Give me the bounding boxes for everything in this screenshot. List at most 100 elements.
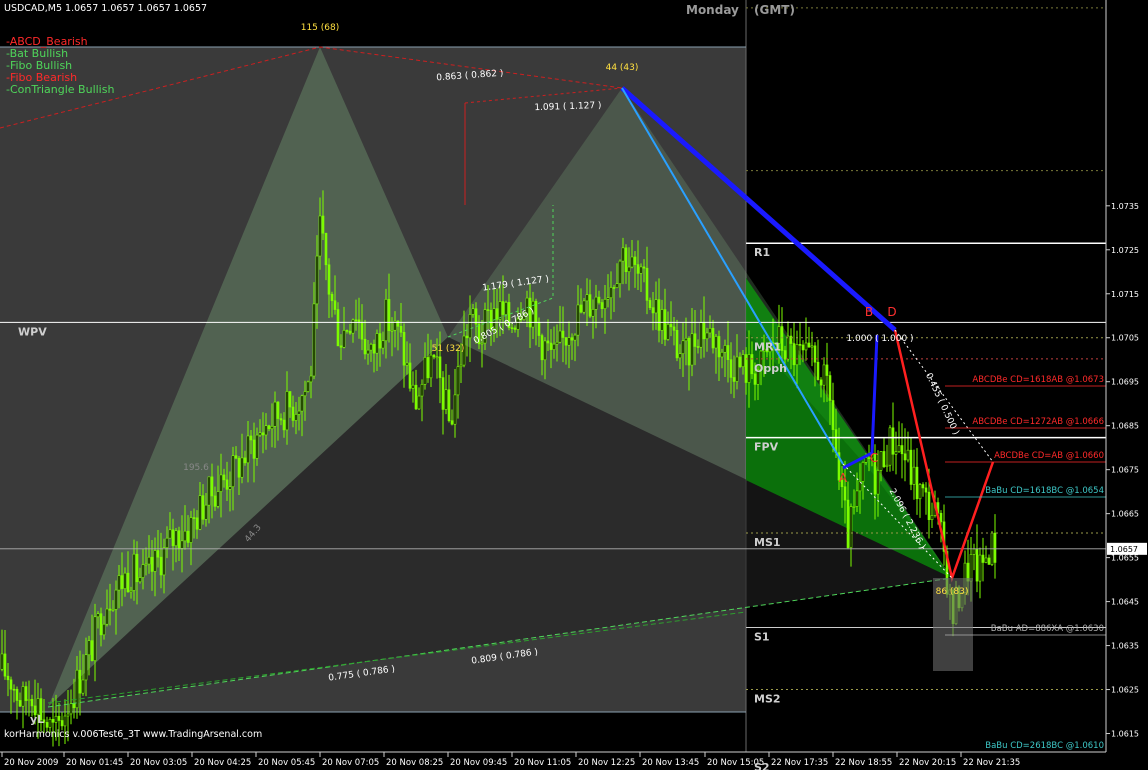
candle-body — [360, 322, 364, 340]
candle-body — [48, 718, 52, 728]
candle-body — [630, 256, 634, 268]
pattern-label-16: B — [865, 305, 873, 319]
candle-body — [210, 476, 214, 497]
candle-body — [804, 342, 808, 351]
candle-body — [375, 333, 379, 354]
candle-body — [894, 451, 898, 455]
candle-body — [888, 427, 892, 466]
pattern-label-12: 1.000 ( 1.000 ) — [846, 334, 913, 344]
candle-body — [453, 394, 457, 425]
candle-body — [102, 623, 106, 636]
candle-body — [501, 301, 505, 315]
pivot-label-s1: S1 — [754, 631, 770, 644]
candle-body — [987, 557, 991, 565]
candle-body — [420, 384, 424, 397]
candle-body — [561, 330, 565, 338]
candle-body — [471, 308, 475, 315]
candle-body — [678, 353, 682, 359]
candle-body — [81, 679, 85, 694]
candle-body — [174, 530, 178, 547]
chart-canvas[interactable]: 1.0735 1.0725 1.0715 1.0705 1.0695 1.0685 1.06… — [0, 0, 1148, 770]
candle-body — [378, 333, 382, 349]
candle-body — [417, 395, 421, 410]
candle-body — [372, 344, 376, 354]
candle-body — [96, 613, 100, 618]
candle-body — [690, 333, 694, 366]
candle-body — [555, 341, 559, 345]
candle-body — [150, 556, 154, 572]
candle-body — [264, 425, 268, 436]
candle-body — [219, 474, 223, 492]
candle-body — [675, 329, 679, 359]
x-tick-label-13: 22 Nov 18:55 — [835, 758, 892, 768]
candle-body — [258, 432, 262, 436]
candle-body — [513, 327, 517, 330]
candle-body — [369, 344, 373, 351]
candle-body — [651, 307, 655, 314]
y-tick-label-10: 1.0635 — [1111, 642, 1139, 651]
candle-body — [426, 357, 430, 379]
candle-body — [78, 669, 82, 694]
target-label-5: BaBu CD=2618BC @1.0610 — [985, 741, 1104, 751]
candle-body — [921, 484, 925, 489]
candle-body — [261, 432, 265, 436]
candle-body — [390, 329, 394, 332]
candle-body — [642, 266, 646, 269]
candle-body — [318, 215, 322, 257]
candle-body — [222, 474, 226, 481]
gmt-label: (GMT) — [754, 3, 795, 17]
candle-body — [276, 401, 280, 419]
candle-body — [438, 356, 442, 378]
candle-body — [567, 337, 571, 346]
candle-body — [6, 675, 10, 681]
y-tick-label-8: 1.0655 — [1111, 554, 1139, 563]
candle-body — [141, 564, 145, 578]
candle-body — [582, 300, 586, 313]
candle-body — [99, 613, 103, 636]
candle-body — [444, 389, 448, 410]
y-tick-label-1: 1.0725 — [1111, 246, 1139, 255]
candle-body — [603, 299, 607, 309]
candle-body — [711, 328, 715, 349]
candle-body — [843, 486, 847, 501]
candle-body — [246, 435, 250, 464]
candle-body — [225, 479, 229, 490]
candle-body — [588, 294, 592, 317]
candle-body — [783, 350, 787, 360]
candle-body — [618, 260, 622, 284]
candle-body — [969, 554, 973, 582]
candle-body — [720, 351, 724, 358]
day-label: Monday — [686, 3, 739, 17]
candle-body — [309, 375, 313, 383]
candle-body — [63, 715, 67, 727]
candle-body — [912, 466, 916, 485]
candle-body — [489, 309, 493, 329]
candle-body — [684, 337, 688, 342]
candle-body — [414, 384, 418, 410]
candle-body — [474, 308, 478, 325]
candle-body — [993, 532, 997, 563]
candle-body — [231, 455, 235, 488]
candle-body — [384, 299, 388, 342]
candle-body — [915, 466, 919, 500]
candle-body — [681, 340, 685, 354]
candle-body — [450, 420, 454, 425]
candle-body — [330, 293, 334, 302]
candle-body — [144, 563, 148, 566]
candle-body — [825, 364, 829, 376]
candle-body — [852, 506, 856, 508]
candle-body — [87, 640, 91, 656]
x-tick-label-10: 20 Nov 13:45 — [642, 758, 699, 768]
candle-body — [363, 338, 367, 355]
candle-body — [621, 247, 625, 262]
candle-body — [321, 215, 325, 234]
candle-body — [366, 349, 370, 355]
candle-body — [975, 548, 979, 582]
candle-body — [120, 575, 124, 589]
candle-body — [579, 304, 583, 313]
candle-body — [69, 703, 73, 715]
candle-body — [342, 330, 346, 348]
pattern-label-3: 86 (83) — [936, 587, 969, 597]
chart-window[interactable]: 1.0735 1.0725 1.0715 1.0705 1.0695 1.0685 1.06… — [0, 0, 1148, 770]
y-tick-label-4: 1.0695 — [1111, 378, 1139, 387]
